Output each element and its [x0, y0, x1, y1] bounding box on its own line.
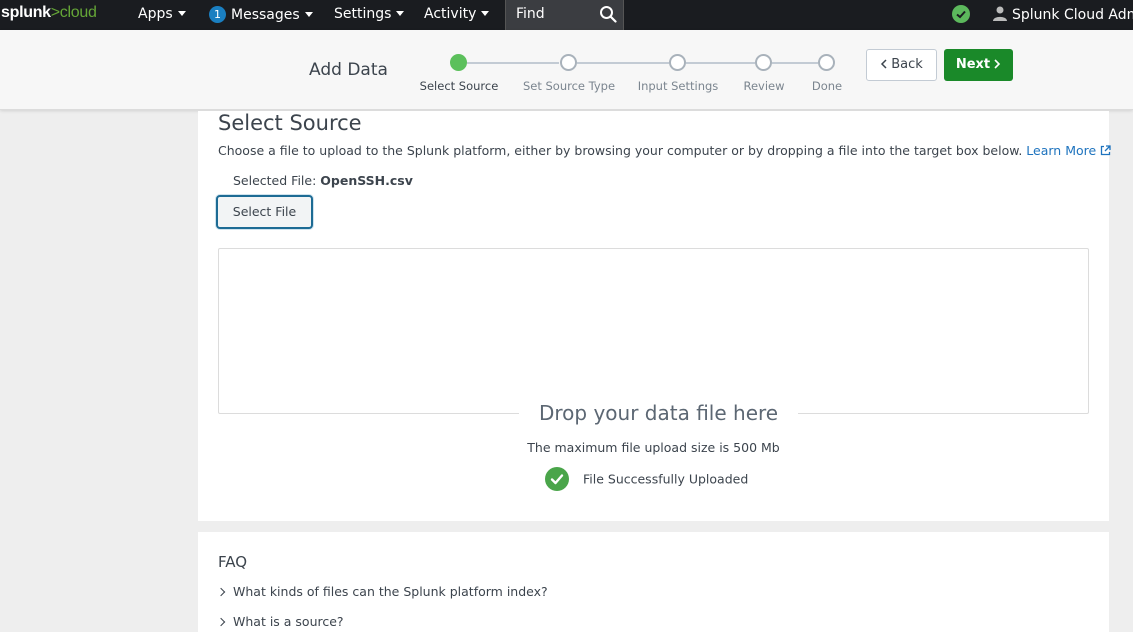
- step-dot-set-source-type: [560, 54, 577, 71]
- selected-file-info: Selected File: OpenSSH.csv: [233, 173, 413, 188]
- step-dot-input-settings: [669, 54, 686, 71]
- find-search-box[interactable]: Find: [505, 0, 624, 30]
- max-upload-size-text: The maximum file upload size is 500 Mb: [527, 440, 780, 455]
- back-button[interactable]: Back: [866, 49, 937, 81]
- user-icon: [993, 6, 1007, 21]
- step-label-input-settings: Input Settings: [637, 79, 719, 93]
- chevron-right-icon: [216, 617, 226, 627]
- page-title: Add Data: [309, 60, 388, 80]
- logo-suffix: >cloud: [50, 4, 97, 21]
- nav-settings-label: Settings: [334, 6, 392, 22]
- next-button-label: Next: [955, 57, 991, 72]
- logo-text: splunk: [1, 4, 51, 21]
- section-description: Choose a file to upload to the Splunk pl…: [218, 143, 1111, 158]
- step-dot-review: [755, 54, 772, 71]
- nav-apps-menu[interactable]: Apps: [138, 6, 186, 22]
- nav-activity-label: Activity: [424, 6, 477, 22]
- add-data-wizard-header: Add Data Select Source Set Source Type I…: [0, 30, 1133, 110]
- select-source-panel: Select Source Choose a file to upload to…: [198, 111, 1111, 521]
- drop-zone-title: Drop your data file here: [519, 401, 799, 425]
- find-label: Find: [516, 6, 545, 22]
- external-link-icon: [1101, 145, 1111, 156]
- faq-item[interactable]: What is a source?: [216, 614, 344, 629]
- faq-title: FAQ: [218, 553, 248, 571]
- nav-messages-menu[interactable]: 1 Messages: [209, 6, 313, 23]
- check-icon: [956, 10, 966, 19]
- step-dot-select-source: [450, 54, 467, 71]
- step-connector: [577, 62, 669, 64]
- file-drop-zone[interactable]: [218, 248, 1089, 414]
- upload-status-text: File Successfully Uploaded: [583, 471, 749, 487]
- step-label-set-source-type: Set Source Type: [522, 79, 616, 93]
- select-file-button[interactable]: Select File: [216, 195, 313, 229]
- nav-messages-label: Messages: [231, 7, 300, 23]
- messages-count-badge: 1: [209, 6, 226, 23]
- success-check-icon: [545, 467, 569, 491]
- nav-apps-label: Apps: [138, 6, 173, 22]
- chevron-left-icon: [881, 59, 887, 69]
- back-button-label: Back: [891, 57, 923, 72]
- learn-more-label: Learn More: [1026, 143, 1097, 158]
- caret-down-icon: [481, 11, 490, 16]
- section-title: Select Source: [218, 111, 362, 135]
- faq-item-label: What is a source?: [233, 614, 344, 629]
- caret-down-icon: [396, 11, 405, 16]
- description-text: Choose a file to upload to the Splunk pl…: [218, 143, 1023, 158]
- user-menu[interactable]: Splunk Cloud Admin: [992, 5, 1133, 23]
- selected-file-label: Selected File:: [233, 173, 317, 188]
- step-connector: [686, 62, 755, 64]
- chevron-right-icon: [216, 587, 226, 597]
- next-button[interactable]: Next: [944, 49, 1013, 81]
- faq-item[interactable]: What kinds of files can the Splunk platf…: [216, 584, 548, 599]
- step-connector: [772, 62, 818, 64]
- step-label-review: Review: [743, 79, 785, 93]
- faq-panel: FAQ What kinds of files can the Splunk p…: [198, 532, 1109, 632]
- learn-more-link[interactable]: Learn More: [1026, 143, 1111, 158]
- health-status-icon[interactable]: [952, 5, 970, 23]
- top-nav-bar: splunk>cloud Apps 1 Messages Settings Act…: [0, 0, 1133, 30]
- step-dot-done: [818, 54, 835, 71]
- selected-file-name: OpenSSH.csv: [320, 173, 413, 188]
- nav-activity-menu[interactable]: Activity: [424, 6, 490, 22]
- nav-settings-menu[interactable]: Settings: [334, 6, 405, 22]
- step-label-done: Done: [811, 79, 843, 93]
- faq-item-label: What kinds of files can the Splunk platf…: [233, 584, 548, 599]
- select-file-label: Select File: [232, 204, 297, 219]
- step-label-select-source: Select Source: [419, 79, 499, 93]
- splunk-cloud-logo[interactable]: splunk>cloud: [1, 4, 97, 22]
- step-connector: [467, 62, 559, 64]
- search-icon[interactable]: [599, 5, 617, 23]
- caret-down-icon: [304, 12, 313, 17]
- chevron-right-icon: [994, 59, 1001, 69]
- caret-down-icon: [177, 11, 186, 16]
- upload-status: File Successfully Uploaded: [545, 467, 748, 491]
- user-name: Splunk Cloud Admin: [1012, 7, 1133, 23]
